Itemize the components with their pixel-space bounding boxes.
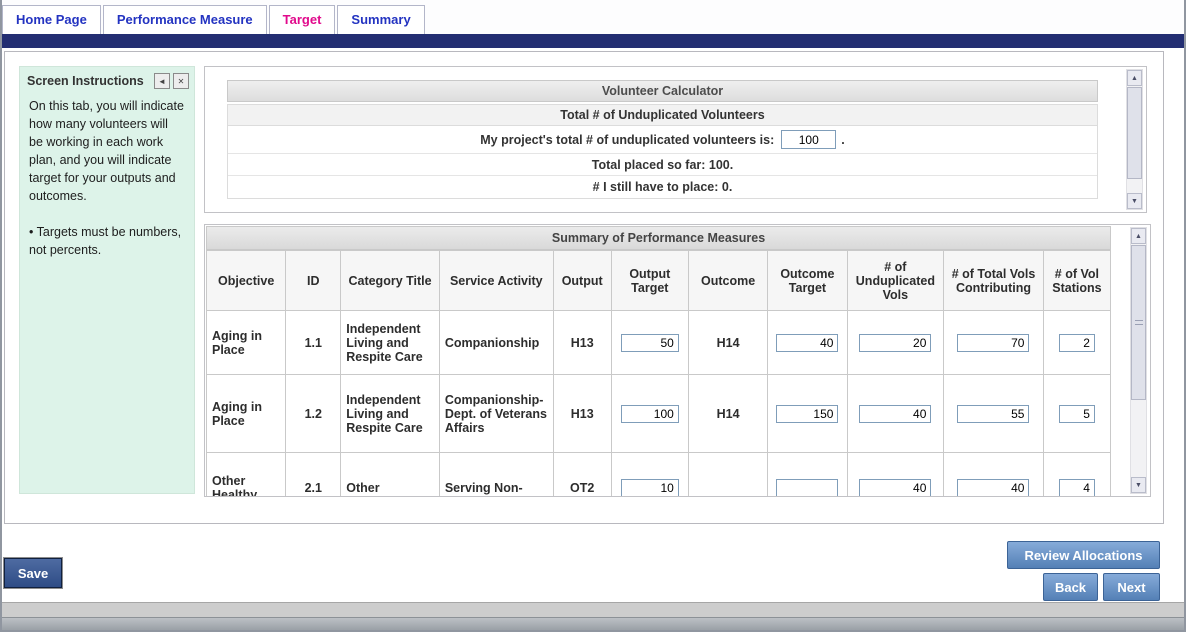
still-to-place-text: # I still have to place: 0. (228, 176, 1097, 198)
cell-service-activity: Companionship-Dept. of Veterans Affairs (439, 375, 553, 453)
col-header-unduplicated-vols: # of Unduplicated Vols (847, 251, 944, 311)
outcome-target-input[interactable] (776, 405, 838, 423)
summary-scroll-up-button[interactable]: ▲ (1131, 228, 1146, 244)
tab-target[interactable]: Target (269, 5, 336, 34)
col-header-service-activity: Service Activity (439, 251, 553, 311)
cell-outcome (688, 453, 767, 498)
vol-stations-input[interactable] (1059, 334, 1095, 352)
table-header-row: Objective ID Category Title Service Acti… (207, 251, 1111, 311)
col-header-outcome-target: Outcome Target (768, 251, 847, 311)
screen-instructions-body: On this tab, you will indicate how many … (20, 93, 194, 263)
status-bar (2, 602, 1184, 617)
performance-measures-panel: Summary of Performance Measures Objectiv… (204, 224, 1151, 497)
left-arrow-icon: ◄ (158, 77, 166, 86)
next-button[interactable]: Next (1103, 573, 1160, 601)
main-content-area: Screen Instructions ◄ ✕ On this tab, you… (4, 51, 1164, 524)
col-header-id: ID (286, 251, 341, 311)
summary-scroll-down-button[interactable]: ▼ (1131, 477, 1146, 493)
unduplicated-vols-input[interactable] (859, 405, 931, 423)
table-row: Other Healthy 2.1 Other Serving Non- OT2 (207, 453, 1111, 498)
summary-scrollbar-thumb[interactable] (1131, 245, 1146, 400)
save-button[interactable]: Save (4, 558, 62, 588)
cell-objective: Other Healthy (207, 453, 286, 498)
col-header-output: Output (553, 251, 611, 311)
calculator-scroll-up-button[interactable]: ▲ (1127, 70, 1142, 86)
calculator-scrollbar: ▲ ▼ (1126, 69, 1143, 210)
cell-outcome: H14 (688, 375, 767, 453)
scroll-up-icon: ▲ (1131, 75, 1138, 82)
scroll-down-icon: ▼ (1135, 482, 1142, 489)
cell-service-activity: Serving Non- (439, 453, 553, 498)
tab-performance-measure[interactable]: Performance Measure (103, 5, 267, 34)
total-vols-contributing-input[interactable] (957, 405, 1029, 423)
total-placed-text: Total placed so far: 100. (228, 154, 1097, 176)
table-row: Aging in Place 1.1 Independent Living an… (207, 311, 1111, 375)
table-row: Aging in Place 1.2 Independent Living an… (207, 375, 1111, 453)
header-divider-bar (2, 34, 1184, 48)
calculator-subtitle: Total # of Unduplicated Volunteers (228, 105, 1097, 126)
cell-category-title: Independent Living and Respite Care (341, 375, 440, 453)
vol-stations-input[interactable] (1059, 405, 1095, 423)
output-target-input[interactable] (621, 405, 679, 423)
cell-outcome: H14 (688, 311, 767, 375)
cell-id: 1.2 (286, 375, 341, 453)
review-allocations-button[interactable]: Review Allocations (1007, 541, 1160, 569)
col-header-total-vols-contributing: # of Total Vols Contributing (944, 251, 1044, 311)
total-volunteers-suffix: . (841, 133, 844, 147)
screen-instructions-panel: Screen Instructions ◄ ✕ On this tab, you… (19, 66, 195, 494)
cell-objective: Aging in Place (207, 375, 286, 453)
col-header-category-title: Category Title (341, 251, 440, 311)
unduplicated-vols-input[interactable] (859, 479, 931, 497)
close-instructions-button[interactable]: ✕ (173, 73, 189, 89)
col-header-vol-stations: # of Vol Stations (1043, 251, 1110, 311)
collapse-instructions-button[interactable]: ◄ (154, 73, 170, 89)
volunteer-calculator: Volunteer Calculator Total # of Unduplic… (227, 80, 1098, 199)
cell-category-title: Other (341, 453, 440, 498)
cell-service-activity: Companionship (439, 311, 553, 375)
scroll-down-icon: ▼ (1131, 198, 1138, 205)
summary-title: Summary of Performance Measures (206, 226, 1111, 250)
unduplicated-vols-input[interactable] (859, 334, 931, 352)
application-window: Home Page Performance Measure Target Sum… (0, 0, 1186, 632)
vol-stations-input[interactable] (1059, 479, 1095, 497)
screen-instructions-title: Screen Instructions (27, 74, 151, 88)
calculator-scrollbar-thumb[interactable] (1127, 87, 1142, 179)
total-volunteers-row: My project's total # of unduplicated vol… (228, 126, 1097, 154)
screen-instructions-header: Screen Instructions ◄ ✕ (20, 67, 194, 93)
tab-summary[interactable]: Summary (337, 5, 424, 34)
scrollbar-gripper-icon (1135, 320, 1143, 325)
performance-measures-table: Objective ID Category Title Service Acti… (206, 250, 1111, 497)
col-header-output-target: Output Target (611, 251, 688, 311)
cell-output: OT2 (553, 453, 611, 498)
cell-category-title: Independent Living and Respite Care (341, 311, 440, 375)
outcome-target-input[interactable] (776, 334, 838, 352)
total-vols-contributing-input[interactable] (957, 334, 1029, 352)
calculator-body: Total # of Unduplicated Volunteers My pr… (227, 104, 1098, 199)
cell-objective: Aging in Place (207, 311, 286, 375)
calculator-scroll-down-button[interactable]: ▼ (1127, 193, 1142, 209)
instructions-text: On this tab, you will indicate how many … (29, 97, 185, 205)
output-target-input[interactable] (621, 334, 679, 352)
back-button[interactable]: Back (1043, 573, 1098, 601)
col-header-objective: Objective (207, 251, 286, 311)
close-icon: ✕ (178, 77, 185, 86)
col-header-outcome: Outcome (688, 251, 767, 311)
total-volunteers-label: My project's total # of unduplicated vol… (480, 133, 774, 147)
calculator-title: Volunteer Calculator (227, 80, 1098, 102)
cell-output: H13 (553, 375, 611, 453)
cell-id: 2.1 (286, 453, 341, 498)
volunteer-calculator-panel: Volunteer Calculator Total # of Unduplic… (204, 66, 1147, 213)
total-vols-contributing-input[interactable] (957, 479, 1029, 497)
instructions-note: • Targets must be numbers, not percents. (29, 223, 185, 259)
outcome-target-input[interactable] (776, 479, 838, 497)
tab-home-page[interactable]: Home Page (2, 5, 101, 34)
summary-scrollbar: ▲ ▼ (1130, 227, 1147, 494)
scroll-up-icon: ▲ (1135, 233, 1142, 240)
total-volunteers-input[interactable] (781, 130, 836, 149)
bottom-bar (2, 617, 1184, 630)
cell-output: H13 (553, 311, 611, 375)
output-target-input[interactable] (621, 479, 679, 497)
tab-bar: Home Page Performance Measure Target Sum… (2, 0, 1184, 34)
cell-id: 1.1 (286, 311, 341, 375)
